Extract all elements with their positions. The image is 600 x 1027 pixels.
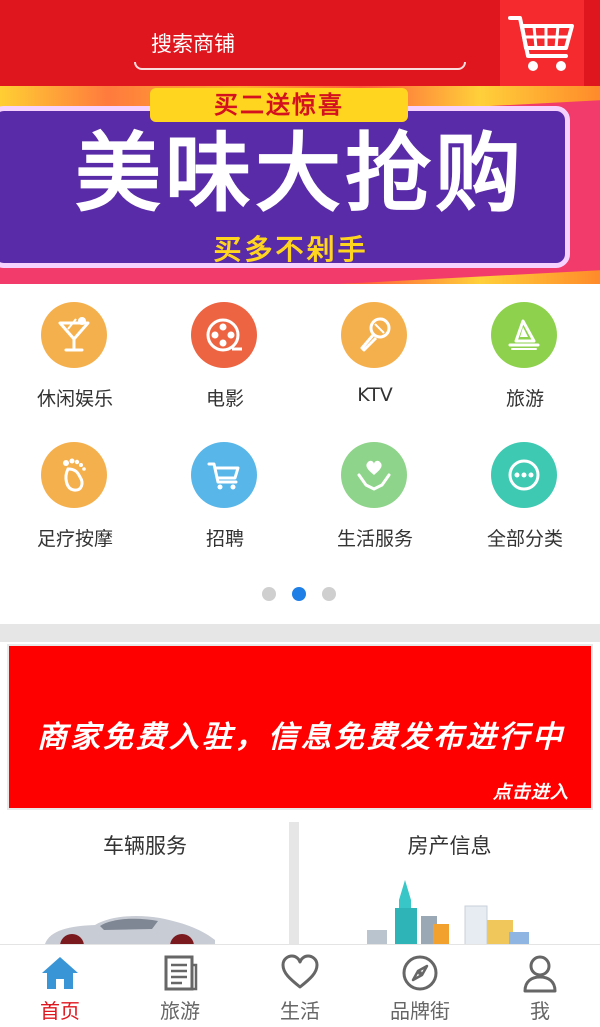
top-bar: 搜索商铺 xyxy=(0,0,600,86)
cocktail-icon xyxy=(41,302,107,368)
banner-subline: 买多不剁手 xyxy=(213,233,369,266)
nav-travel[interactable]: 旅游 xyxy=(120,945,240,1027)
info-divider xyxy=(289,822,299,946)
promo-banner[interactable]: 买二送惊喜 美味大抢购 买多不剁手 xyxy=(0,86,600,284)
category-jobs[interactable]: 招聘 xyxy=(150,424,300,550)
nav-label: 生活 xyxy=(280,999,320,1023)
car-image xyxy=(45,916,215,946)
category-travel[interactable]: 旅游 xyxy=(450,284,600,410)
category-label: 足疗按摩 xyxy=(36,528,113,550)
nav-home[interactable]: 首页 xyxy=(0,945,120,1027)
nav-label: 品牌街 xyxy=(390,999,450,1023)
merchant-headline: 商家免费入驻，信息免费发布进行中 xyxy=(37,720,565,755)
category-foot-massage[interactable]: 足疗按摩 xyxy=(0,424,150,550)
foot-icon xyxy=(41,442,107,508)
bottom-nav: 首页 旅游 生活 品牌街 我 xyxy=(0,944,600,1027)
newspaper-icon xyxy=(164,955,198,991)
nav-label: 旅游 xyxy=(160,999,200,1023)
more-icon xyxy=(491,442,557,508)
nav-label: 首页 xyxy=(40,999,80,1023)
info-section: 车辆服务 房产信息 xyxy=(0,822,600,946)
film-reel-icon xyxy=(191,302,257,368)
banner-tag: 买二送惊喜 xyxy=(150,88,408,122)
compass-icon xyxy=(402,955,438,991)
banner-headline: 美味大抢购 xyxy=(75,124,525,224)
cart-button[interactable] xyxy=(500,0,584,86)
category-label: 招聘 xyxy=(205,528,244,550)
category-all[interactable]: 全部分类 xyxy=(450,424,600,550)
merchant-cta[interactable]: 点击进入 xyxy=(493,778,569,804)
hands-heart-icon xyxy=(341,442,407,508)
nav-me[interactable]: 我 xyxy=(480,945,600,1027)
search-underline xyxy=(134,62,466,70)
category-grid: 休闲娱乐 电影 KTV 旅游 足疗按摩 招聘 生活服务 全部分类 xyxy=(0,284,600,624)
cart-icon xyxy=(191,442,257,508)
category-label: 全部分类 xyxy=(486,528,563,550)
category-label: 休闲娱乐 xyxy=(36,388,113,410)
category-leisure[interactable]: 休闲娱乐 xyxy=(0,284,150,410)
home-icon xyxy=(42,957,78,989)
search-placeholder: 搜索商铺 xyxy=(151,32,235,56)
category-pager xyxy=(262,587,336,601)
user-icon xyxy=(523,955,557,993)
category-ktv[interactable]: KTV xyxy=(300,284,450,406)
search-input[interactable]: 搜索商铺 xyxy=(134,18,466,70)
category-page-dot[interactable] xyxy=(322,587,336,601)
real-estate-title: 房产信息 xyxy=(407,834,492,858)
section-divider xyxy=(0,624,600,642)
category-label: 电影 xyxy=(205,388,244,410)
category-page-dot[interactable] xyxy=(262,587,276,601)
heart-icon xyxy=(281,954,319,989)
category-label: 旅游 xyxy=(505,388,544,410)
sailboat-icon xyxy=(491,302,557,368)
nav-brand-street[interactable]: 品牌街 xyxy=(360,945,480,1027)
vehicle-services-title: 车辆服务 xyxy=(103,834,187,858)
nav-life[interactable]: 生活 xyxy=(240,945,360,1027)
category-label: KTV xyxy=(357,384,393,406)
category-label: 生活服务 xyxy=(336,528,413,550)
buildings-image xyxy=(367,880,529,946)
real-estate-card[interactable]: 房产信息 xyxy=(299,822,600,946)
category-page-dot[interactable] xyxy=(292,587,306,601)
cart-icon xyxy=(508,16,574,71)
microphone-icon xyxy=(341,302,407,368)
merchant-signup-banner[interactable]: 商家免费入驻，信息免费发布进行中 点击进入 xyxy=(7,644,593,810)
category-life-services[interactable]: 生活服务 xyxy=(300,424,450,550)
category-movie[interactable]: 电影 xyxy=(150,284,300,410)
nav-label: 我 xyxy=(530,999,550,1023)
vehicle-services-card[interactable]: 车辆服务 xyxy=(0,822,290,946)
